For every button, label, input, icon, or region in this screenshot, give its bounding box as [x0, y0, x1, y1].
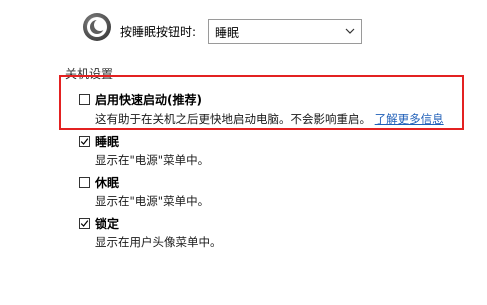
sleep-checkbox[interactable]	[79, 136, 90, 147]
checkmark-icon	[80, 138, 89, 145]
fast-startup-description-text: 这有助于在关机之后更快地启动电脑。不会影响重启。	[95, 112, 371, 126]
power-sleep-icon	[83, 13, 111, 41]
sleep-button-label: 按睡眠按钮时:	[120, 25, 197, 39]
fast-startup-label: 启用快速启动(推荐)	[95, 93, 202, 107]
hibernate-option-label: 休眠	[95, 176, 120, 190]
learn-more-link[interactable]: 了解更多信息	[375, 112, 444, 126]
lock-checkbox[interactable]	[79, 218, 90, 229]
hibernate-option-description: 显示在"电源"菜单中。	[95, 194, 210, 208]
lock-option-label: 锁定	[95, 217, 120, 231]
checkmark-icon	[80, 220, 89, 227]
sleep-option-label: 睡眠	[95, 135, 120, 149]
chevron-down-icon	[345, 28, 355, 34]
sleep-option-description: 显示在"电源"菜单中。	[95, 153, 210, 167]
fast-startup-description: 这有助于在关机之后更快地启动电脑。不会影响重启。 了解更多信息	[95, 111, 444, 127]
hibernate-checkbox[interactable]	[79, 177, 90, 188]
fast-startup-checkbox[interactable]	[79, 94, 90, 105]
lock-option-description: 显示在用户头像菜单中。	[95, 235, 222, 249]
sleep-action-dropdown[interactable]: 睡眠	[208, 19, 362, 44]
power-options-panel: 按睡眠按钮时: 睡眠 关机设置 启用快速启动(推荐) 这有助于在关机之后更快地启…	[0, 0, 487, 305]
dropdown-selected-value: 睡眠	[215, 26, 240, 40]
